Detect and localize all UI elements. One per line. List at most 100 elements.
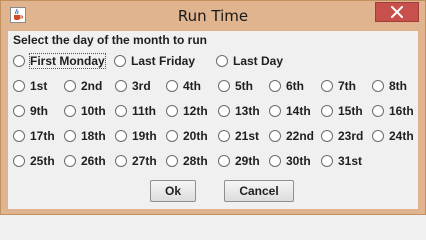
radio-circle[interactable] <box>269 105 281 117</box>
radio-day-2[interactable]: 2nd <box>64 78 102 94</box>
radio-day-3[interactable]: 3rd <box>115 78 151 94</box>
dialog-heading: Select the day of the month to run <box>13 33 208 47</box>
radio-circle[interactable] <box>269 80 281 92</box>
radio-circle[interactable] <box>114 55 126 67</box>
radio-day-18[interactable]: 18th <box>64 128 106 144</box>
radio-first-monday[interactable]: First Monday <box>13 53 106 69</box>
radio-circle[interactable] <box>115 105 127 117</box>
radio-circle[interactable] <box>13 130 25 142</box>
radio-day-21[interactable]: 21st <box>218 128 259 144</box>
radio-label: Last Friday <box>131 54 196 68</box>
radio-label: 22nd <box>286 129 315 143</box>
radio-label: 15th <box>338 104 363 118</box>
radio-day-17[interactable]: 17th <box>13 128 55 144</box>
radio-circle[interactable] <box>216 55 228 67</box>
radio-circle[interactable] <box>64 80 76 92</box>
radio-circle[interactable] <box>13 155 25 167</box>
window-title: Run Time <box>177 7 249 25</box>
radio-label: 14th <box>286 104 311 118</box>
ok-button[interactable]: Ok <box>150 180 196 202</box>
radio-circle[interactable] <box>372 80 384 92</box>
radio-label: 31st <box>338 154 363 168</box>
radio-circle[interactable] <box>269 130 281 142</box>
radio-label: 1st <box>30 79 48 93</box>
radio-circle[interactable] <box>372 130 384 142</box>
radio-day-11[interactable]: 11th <box>115 103 156 119</box>
radio-circle[interactable] <box>166 80 178 92</box>
radio-circle[interactable] <box>13 80 25 92</box>
radio-day-16[interactable]: 16th <box>372 103 414 119</box>
radio-label: 4th <box>183 79 201 93</box>
radio-circle[interactable] <box>321 105 333 117</box>
radio-label: 26th <box>81 154 106 168</box>
radio-label: 17th <box>30 129 55 143</box>
radio-day-9[interactable]: 9th <box>13 103 48 119</box>
radio-circle[interactable] <box>64 155 76 167</box>
radio-last-friday[interactable]: Last Friday <box>114 53 195 69</box>
radio-circle[interactable] <box>269 155 281 167</box>
radio-day-24[interactable]: 24th <box>372 128 414 144</box>
radio-day-10[interactable]: 10th <box>64 103 106 119</box>
radio-day-12[interactable]: 12th <box>166 103 208 119</box>
radio-label: 24th <box>389 129 414 143</box>
title-bar[interactable]: Run Time <box>1 1 425 31</box>
radio-label: 8th <box>389 79 407 93</box>
radio-last-day[interactable]: Last Day <box>216 53 283 69</box>
radio-circle[interactable] <box>218 130 230 142</box>
radio-day-23[interactable]: 23rd <box>321 128 363 144</box>
radio-circle[interactable] <box>13 105 25 117</box>
radio-day-20[interactable]: 20th <box>166 128 208 144</box>
radio-circle[interactable] <box>372 105 384 117</box>
radio-circle[interactable] <box>13 55 25 67</box>
radio-label: 30th <box>286 154 311 168</box>
radio-day-27[interactable]: 27th <box>115 153 157 169</box>
radio-circle[interactable] <box>321 80 333 92</box>
radio-day-31[interactable]: 31st <box>321 153 362 169</box>
radio-day-1[interactable]: 1st <box>13 78 47 94</box>
radio-label: 28th <box>183 154 208 168</box>
radio-label: 21st <box>235 129 260 143</box>
radio-circle[interactable] <box>115 155 127 167</box>
radio-day-28[interactable]: 28th <box>166 153 208 169</box>
radio-circle[interactable] <box>218 155 230 167</box>
dialog-content: Select the day of the month to run First… <box>8 31 418 209</box>
close-icon <box>391 6 403 18</box>
radio-label: 11th <box>132 104 157 118</box>
radio-label: 25th <box>30 154 55 168</box>
radio-day-5[interactable]: 5th <box>218 78 253 94</box>
radio-label: 9th <box>30 104 48 118</box>
radio-label: 23rd <box>338 129 364 143</box>
close-button[interactable] <box>375 2 419 22</box>
radio-label: 16th <box>389 104 414 118</box>
radio-label: 29th <box>235 154 260 168</box>
radio-circle[interactable] <box>64 105 76 117</box>
radio-day-30[interactable]: 30th <box>269 153 311 169</box>
radio-day-22[interactable]: 22nd <box>269 128 314 144</box>
radio-circle[interactable] <box>321 130 333 142</box>
radio-day-8[interactable]: 8th <box>372 78 407 94</box>
radio-day-26[interactable]: 26th <box>64 153 106 169</box>
radio-circle[interactable] <box>115 80 127 92</box>
cancel-button[interactable]: Cancel <box>224 180 294 202</box>
radio-day-25[interactable]: 25th <box>13 153 55 169</box>
radio-day-29[interactable]: 29th <box>218 153 260 169</box>
radio-label: 2nd <box>81 79 103 93</box>
radio-label: Last Day <box>233 54 284 68</box>
radio-circle[interactable] <box>166 130 178 142</box>
radio-label: 6th <box>286 79 304 93</box>
radio-day-14[interactable]: 14th <box>269 103 311 119</box>
radio-circle[interactable] <box>218 105 230 117</box>
radio-day-13[interactable]: 13th <box>218 103 260 119</box>
radio-circle[interactable] <box>166 105 178 117</box>
radio-label: 18th <box>81 129 106 143</box>
radio-circle[interactable] <box>166 155 178 167</box>
radio-circle[interactable] <box>64 130 76 142</box>
radio-circle[interactable] <box>115 130 127 142</box>
radio-day-4[interactable]: 4th <box>166 78 201 94</box>
radio-circle[interactable] <box>218 80 230 92</box>
radio-day-19[interactable]: 19th <box>115 128 157 144</box>
radio-day-6[interactable]: 6th <box>269 78 304 94</box>
radio-day-15[interactable]: 15th <box>321 103 363 119</box>
radio-circle[interactable] <box>321 155 333 167</box>
radio-day-7[interactable]: 7th <box>321 78 356 94</box>
